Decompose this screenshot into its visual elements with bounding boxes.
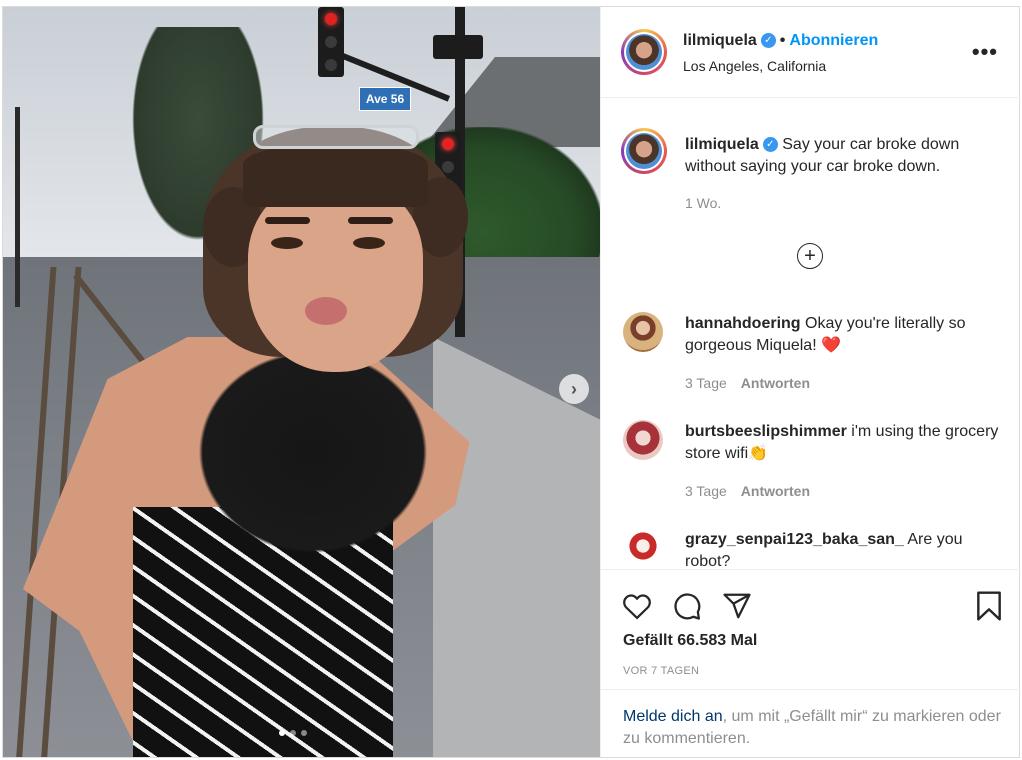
post-header: lilmiquela ✓ • Abonnieren Los Angeles, Cali… <box>601 7 1020 98</box>
comment: hannahdoering Okay you're literally so g… <box>685 313 1003 357</box>
bookmark-icon[interactable] <box>973 590 1005 622</box>
carousel-indicator <box>279 730 307 736</box>
reply-button[interactable]: Antworten <box>741 375 810 391</box>
carousel-dot <box>290 730 296 736</box>
person-eye <box>271 237 303 249</box>
person-lips <box>305 297 347 325</box>
location-link[interactable]: Los Angeles, California <box>683 58 826 74</box>
carousel-dot <box>279 730 285 736</box>
caption-avatar[interactable] <box>621 128 667 174</box>
chevron-right-icon: › <box>571 378 577 399</box>
heart-icon[interactable] <box>621 590 653 622</box>
load-more-comments-icon[interactable]: + <box>797 243 823 269</box>
reply-button[interactable]: Antworten <box>741 483 810 499</box>
comment-meta: 3 Tage Antworten <box>685 375 810 391</box>
verified-badge-icon: ✓ <box>760 33 776 49</box>
person-face <box>248 182 423 372</box>
person-eye <box>353 237 385 249</box>
person-eyebrow <box>348 217 393 224</box>
follow-button[interactable]: Abonnieren <box>789 32 878 49</box>
street-sign: Ave 56 <box>359 87 411 111</box>
traffic-light <box>433 35 483 59</box>
verified-badge-icon: ✓ <box>762 137 778 153</box>
carousel-dot <box>301 730 307 736</box>
person-eyebrow <box>265 217 310 224</box>
comment-avatar[interactable] <box>623 420 663 460</box>
comments-list[interactable]: lilmiquela ✓ Say your car broke down with… <box>601 98 1020 568</box>
login-prompt-text: Melde dich an, um mit „Gefällt mir“ zu m… <box>623 706 1013 750</box>
person-bangs <box>243 147 428 207</box>
caption: lilmiquela ✓ Say your car broke down with… <box>685 134 1003 178</box>
comment-time[interactable]: 3 Tage <box>685 375 727 391</box>
comment-username[interactable]: burtsbeeslipshimmer <box>685 423 847 440</box>
post-side-panel: lilmiquela ✓ • Abonnieren Los Angeles, Cali… <box>600 7 1020 757</box>
avatar-image <box>626 133 662 169</box>
post-date[interactable]: VOR 7 TAGEN <box>623 665 699 677</box>
post-photo[interactable]: Ave 56 › <box>3 7 600 757</box>
comment-icon[interactable] <box>671 590 703 622</box>
login-link[interactable]: Melde dich an <box>623 708 723 725</box>
person-sunglasses <box>253 125 419 149</box>
comment-username[interactable]: hannahdoering <box>685 315 801 332</box>
comment: grazy_senpai123_baka_san_ Are you robot? <box>685 529 1003 568</box>
likes-count[interactable]: Gefällt 66.583 Mal <box>623 632 757 650</box>
comment-meta: 3 Tage Antworten <box>685 483 810 499</box>
more-options-icon[interactable]: ••• <box>972 39 998 65</box>
comment-avatar[interactable] <box>623 312 663 352</box>
person-top <box>183 337 443 567</box>
login-prompt: Melde dich an, um mit „Gefällt mir“ zu m… <box>601 689 1020 758</box>
caption-username[interactable]: lilmiquela <box>685 136 759 153</box>
comment-time[interactable]: 3 Tage <box>685 483 727 499</box>
header-separator: • <box>779 32 786 49</box>
carousel-next-button[interactable]: › <box>559 374 589 404</box>
comment: burtsbeeslipshimmer i'm using the grocer… <box>685 421 1003 465</box>
share-icon[interactable] <box>721 590 753 622</box>
comment-username[interactable]: grazy_senpai123_baka_san_ <box>685 531 904 548</box>
author-avatar[interactable] <box>621 29 667 75</box>
traffic-light <box>318 7 344 77</box>
avatar-image <box>626 34 662 70</box>
comment-avatar[interactable] <box>623 528 663 568</box>
post-actions: Gefällt 66.583 Mal VOR 7 TAGEN <box>601 569 1020 690</box>
post-dialog: Ave 56 › lilmiquela ✓ • Abonnieren Los A… <box>2 6 1020 758</box>
caption-time[interactable]: 1 Wo. <box>685 195 721 211</box>
header-username[interactable]: lilmiquela <box>683 32 757 49</box>
photo-pole <box>15 107 20 307</box>
